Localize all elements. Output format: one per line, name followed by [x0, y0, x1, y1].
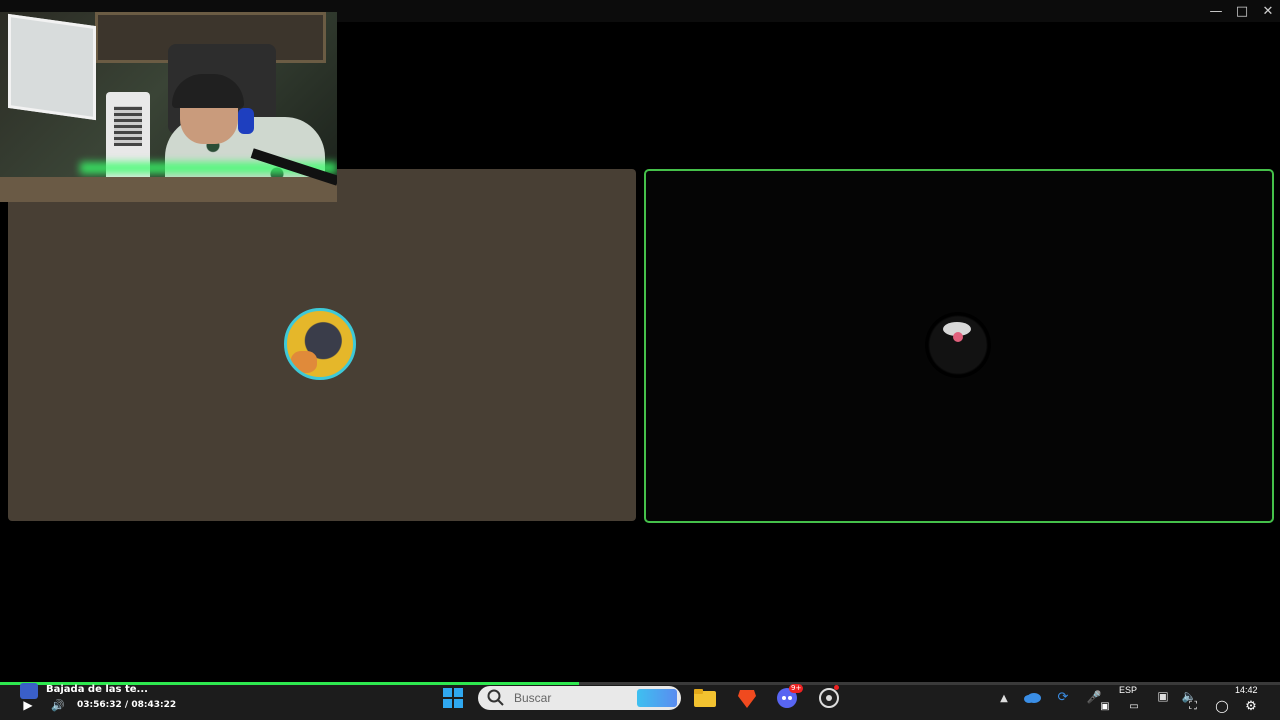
obs-icon [819, 688, 839, 708]
network-button[interactable]: ▣ [1154, 688, 1172, 704]
brave-icon [738, 690, 756, 708]
close-button[interactable]: ✕ [1255, 2, 1280, 20]
play-icon: ▶ [23, 698, 33, 712]
avatar-nose [953, 332, 963, 342]
maximize-button[interactable]: □ [1229, 2, 1255, 20]
sync-icon: ⟳ [1057, 689, 1069, 705]
search-icon [487, 689, 504, 706]
theater-icon: ▭ [1129, 700, 1139, 712]
volume-button[interactable]: 🔊 [50, 697, 66, 713]
maximize-icon: □ [1235, 3, 1249, 19]
sync-button[interactable]: ⟳ [1054, 688, 1072, 706]
time-total: 08:43:22 [131, 700, 177, 710]
autoplay-button[interactable]: ◯ [1214, 698, 1230, 714]
obs-recording-dot [834, 685, 839, 690]
start-button[interactable] [441, 686, 465, 710]
volume-icon: 🔊 [51, 698, 65, 712]
fullscreen-button[interactable]: ⛶ [1186, 699, 1200, 713]
video-time: 03:56:32 / 08:43:22 [77, 700, 176, 710]
theater-button[interactable]: ▭ [1127, 699, 1141, 713]
windows-icon [443, 688, 463, 708]
folder-icon [694, 689, 716, 707]
participant-avatar-left [284, 308, 356, 380]
search-highlight-art [637, 689, 677, 707]
gear-icon: ⚙ [1245, 698, 1257, 714]
time-separator: / [124, 700, 129, 710]
minimize-icon: — [1209, 3, 1223, 19]
headset [238, 108, 254, 134]
cloud-icon [1024, 693, 1041, 703]
desk [0, 177, 337, 202]
discord-badge: 9+ [789, 684, 804, 693]
room-window [8, 13, 96, 121]
clock-time[interactable]: 14:42 [1235, 685, 1258, 695]
miniplayer-icon: ▣ [1100, 700, 1110, 712]
fullscreen-icon: ⛶ [1189, 699, 1197, 712]
autoplay-icon: ◯ [1215, 699, 1229, 713]
taskbar-search[interactable]: Buscar [478, 686, 681, 710]
play-button[interactable]: ▶ [20, 697, 36, 713]
time-current: 03:56:32 [77, 700, 122, 710]
onedrive-button[interactable] [1024, 688, 1042, 706]
language-indicator[interactable]: ESP [1119, 685, 1137, 695]
close-icon: ✕ [1262, 3, 1274, 19]
file-explorer-button[interactable] [693, 686, 717, 710]
webcam-overlay [0, 12, 337, 202]
brave-browser-button[interactable] [735, 686, 759, 710]
video-title[interactable]: Bajada de las te... [46, 684, 148, 695]
tray-overflow-button[interactable]: ▲ [996, 690, 1012, 706]
chevron-up-icon: ▲ [1000, 692, 1008, 704]
participant-avatar-right [925, 312, 991, 378]
minimize-button[interactable]: — [1203, 2, 1229, 20]
settings-button[interactable]: ⚙ [1243, 698, 1259, 714]
network-icon: ▣ [1157, 689, 1169, 703]
search-placeholder: Buscar [514, 691, 552, 705]
miniplayer-button[interactable]: ▣ [1098, 699, 1112, 713]
